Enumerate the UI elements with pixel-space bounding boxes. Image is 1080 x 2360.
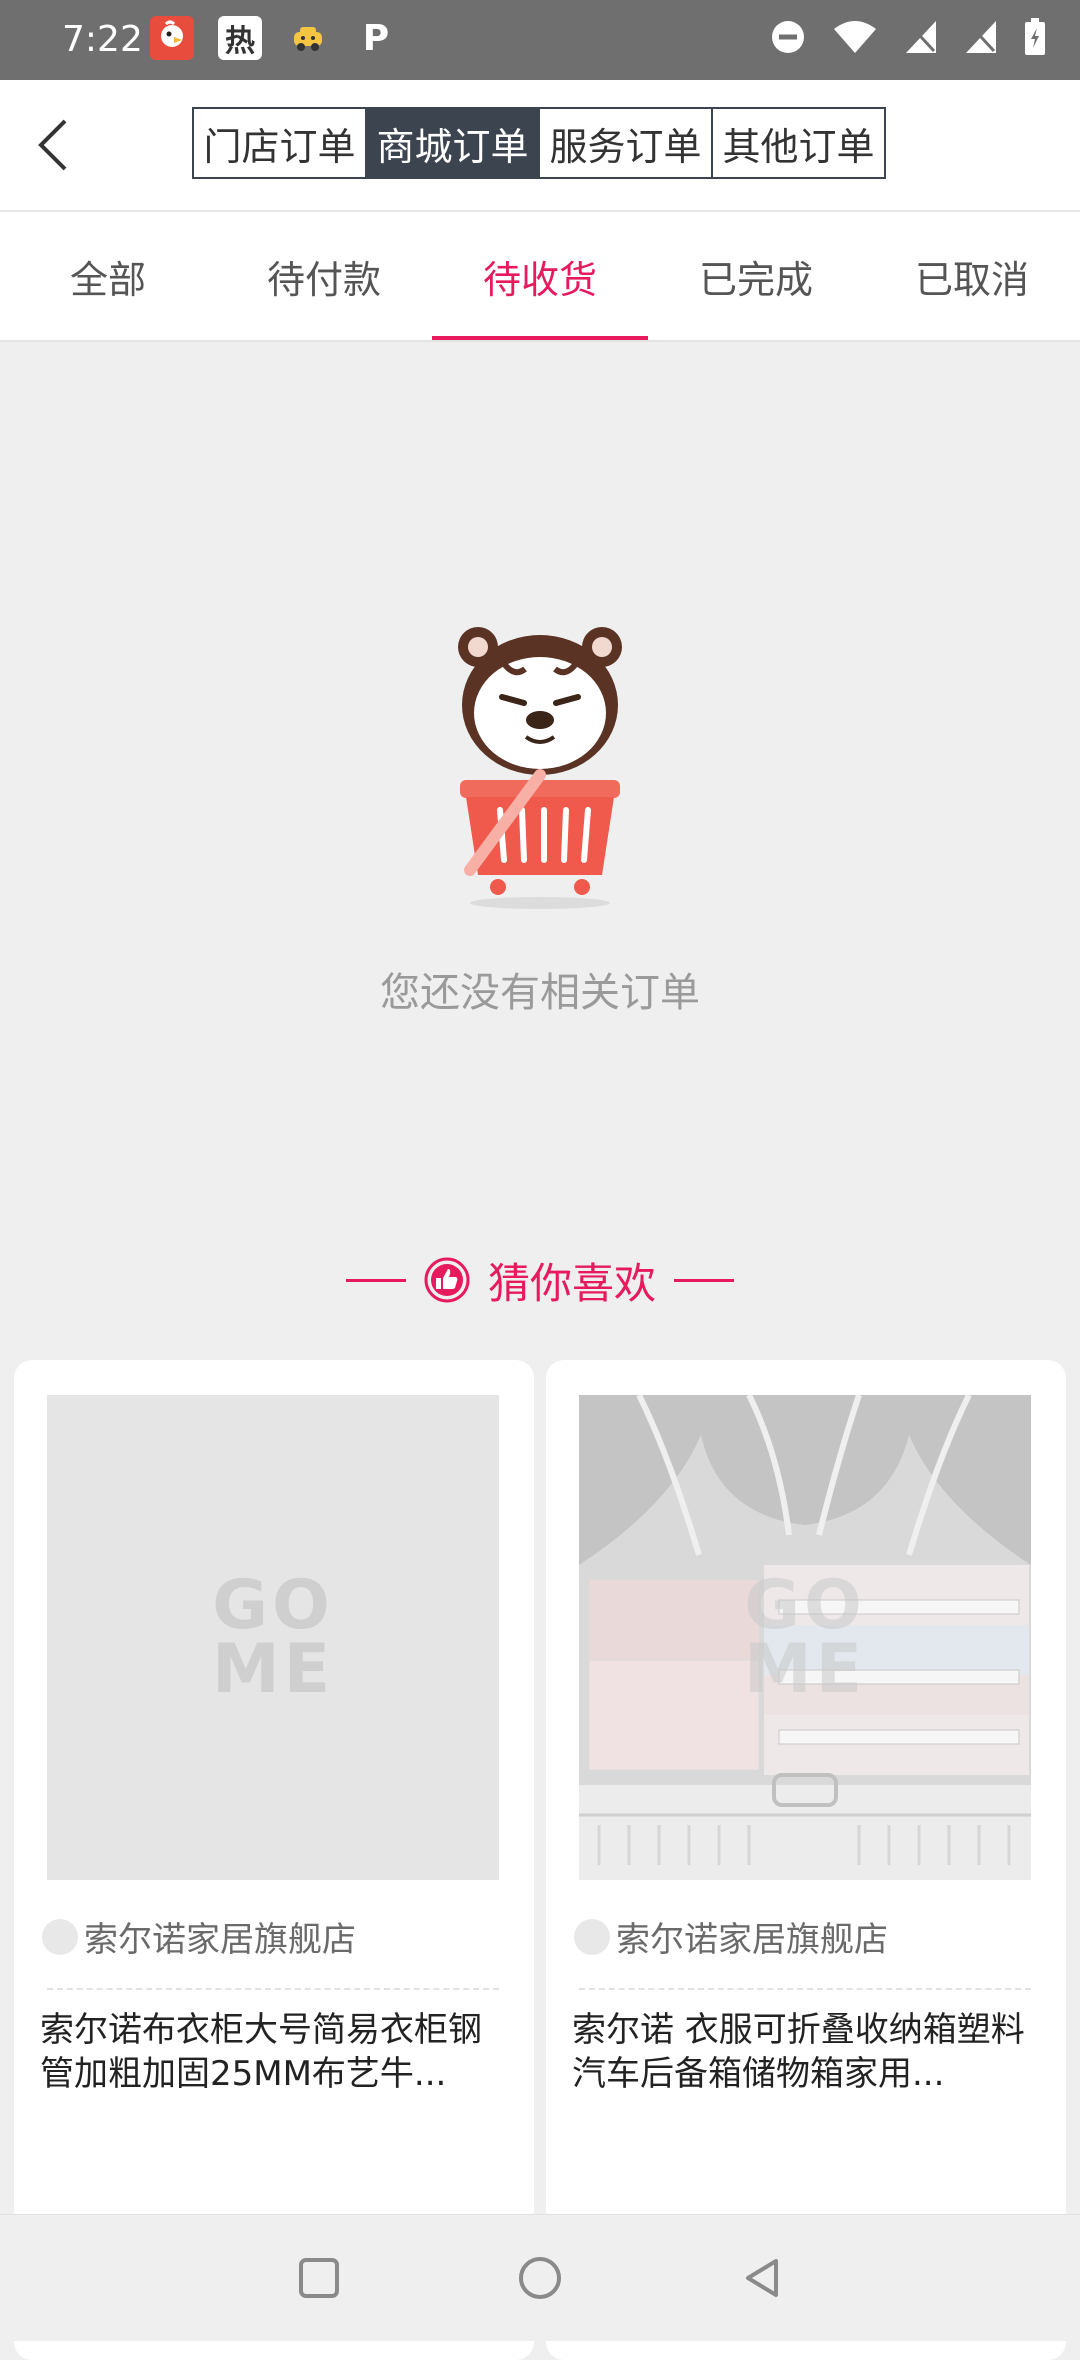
segment-store-orders[interactable]: 门店订单 [194, 109, 367, 177]
system-icons [770, 18, 1046, 56]
segment-service-orders[interactable]: 服务订单 [540, 109, 713, 177]
taxi-icon [286, 16, 330, 60]
store-avatar [574, 1918, 610, 1955]
order-header: 门店订单 商城订单 服务订单 其他订单 [0, 80, 1080, 212]
system-nav-bar [0, 2214, 1080, 2341]
tab-pending-payment[interactable]: 待付款 [216, 212, 432, 340]
segment-other-orders[interactable]: 其他订单 [713, 109, 884, 177]
tab-completed[interactable]: 已完成 [648, 212, 864, 340]
wifi-icon [834, 21, 876, 53]
segment-mall-orders[interactable]: 商城订单 [367, 109, 540, 177]
product-card[interactable]: GO ME 索尔诺家居旗舰店 索尔诺布衣柜大号简易衣柜钢管加粗加固25MM布艺牛.… [14, 1360, 534, 2360]
order-type-segmented-control: 门店订单 商城订单 服务订单 其他订单 [192, 107, 886, 179]
empty-tiger-illustration [458, 627, 622, 909]
back-icon[interactable] [738, 2253, 788, 2303]
card-divider [47, 1988, 499, 1990]
battery-icon [1025, 18, 1045, 55]
store-info[interactable]: 索尔诺家居旗舰店 [42, 1912, 356, 1961]
empty-state-message: 您还没有相关订单 [380, 970, 700, 1016]
store-info[interactable]: 索尔诺家居旗舰店 [574, 1912, 888, 1961]
thumbs-up-icon [424, 1257, 470, 1303]
divider-line-left [345, 1278, 406, 1282]
tab-pending-receipt[interactable]: 待收货 [432, 212, 648, 340]
recommend-header: 猜你喜欢 [0, 1250, 1080, 1310]
card-divider [579, 1988, 1031, 1990]
order-status-tabs: 全部 待付款 待收货 已完成 已取消 [0, 212, 1080, 342]
status-bar: 7:22 热 P [0, 0, 1080, 80]
gome-watermark: GO ME [211, 1565, 335, 1709]
product-title[interactable]: 索尔诺布衣柜大号简易衣柜钢管加粗加固25MM布艺牛... [40, 2008, 510, 2096]
status-time: 7:22 [62, 19, 143, 60]
divider-line-right [674, 1278, 734, 1282]
notification-icons: 热 P [150, 16, 398, 60]
product-image[interactable]: GO ME [579, 1395, 1031, 1880]
dnd-icon [772, 21, 804, 53]
home-icon[interactable] [515, 2253, 565, 2303]
parking-icon: P [362, 17, 390, 59]
recent-apps-icon[interactable] [294, 2253, 344, 2303]
product-image-placeholder[interactable]: GO ME [47, 1395, 499, 1880]
recommend-title: 猜你喜欢 [487, 1258, 656, 1308]
store-avatar [42, 1918, 78, 1955]
signal-1-icon [906, 21, 936, 53]
app-chicken-icon [150, 16, 194, 60]
back-button[interactable] [18, 110, 88, 180]
gome-watermark: GO ME [743, 1565, 867, 1709]
tab-cancelled[interactable]: 已取消 [864, 212, 1080, 340]
chevron-left-icon [38, 119, 67, 171]
hot-news-icon: 热 [218, 16, 262, 60]
store-name: 索尔诺家居旗舰店 [616, 1920, 888, 1960]
store-name: 索尔诺家居旗舰店 [84, 1920, 356, 1960]
product-title[interactable]: 索尔诺 衣服可折叠收纳箱塑料汽车后备箱储物箱家用... [572, 2008, 1042, 2096]
tab-all[interactable]: 全部 [0, 212, 216, 340]
signal-2-icon [966, 21, 996, 53]
product-card[interactable]: GO ME 索尔诺家居旗舰店 索尔诺 衣服可折叠收纳箱塑料汽车后备箱储物箱家用..… [546, 1360, 1066, 2360]
